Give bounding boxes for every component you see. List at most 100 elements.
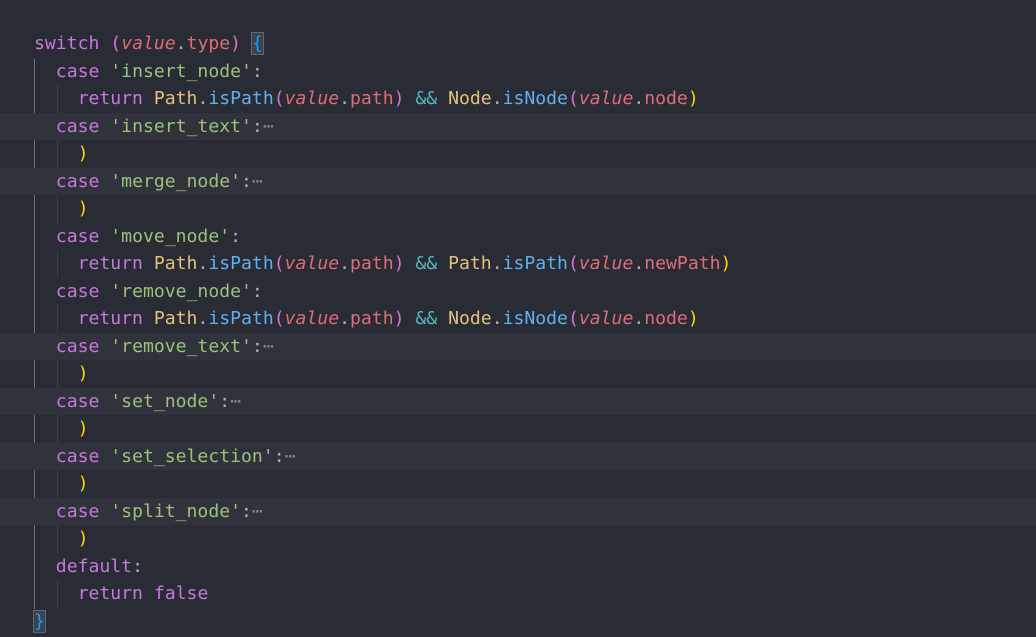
code-token: . [339, 88, 351, 109]
code-token: ) [77, 143, 89, 164]
code-token: value [284, 308, 340, 329]
code-text[interactable]: ) [78, 195, 89, 223]
code-text[interactable]: ) [78, 470, 89, 498]
code-line[interactable]: ) [0, 195, 1036, 223]
code-text[interactable]: case 'merge_node':⋯ [56, 168, 263, 196]
code-token: ) [687, 308, 699, 329]
code-token: . [339, 253, 351, 274]
code-token: . [175, 33, 187, 54]
code-token: : [251, 60, 263, 82]
code-text[interactable]: case 'insert_node': [56, 58, 263, 86]
code-token: path [350, 308, 394, 329]
indent-guide [56, 360, 58, 388]
code-line[interactable]: return Path.isPath(value.path) && Node.i… [0, 85, 1036, 113]
code-token: value [578, 253, 634, 274]
code-token: ) [77, 198, 89, 219]
code-token: 'remove_node' [110, 280, 252, 302]
code-token: . [339, 308, 351, 329]
code-token: ) [687, 88, 699, 109]
code-token: path [350, 88, 394, 109]
code-text[interactable]: case 'remove_text':⋯ [56, 333, 274, 361]
code-text[interactable]: return Path.isPath(value.path) && Path.i… [78, 250, 732, 278]
code-text[interactable]: case 'split_node':⋯ [56, 498, 263, 526]
code-token: . [197, 308, 209, 329]
code-token: . [633, 253, 645, 274]
fold-ellipsis-icon[interactable]: ⋯ [263, 113, 274, 141]
code-lines[interactable]: switch (value.type) {case 'insert_node':… [0, 30, 1036, 635]
code-text[interactable]: case 'set_node':⋯ [56, 388, 241, 416]
code-line[interactable]: ) [0, 525, 1036, 553]
folded-code-line[interactable]: case 'set_selection':⋯ [0, 442, 1036, 471]
code-line[interactable]: } [0, 608, 1036, 636]
code-line[interactable]: switch (value.type) { [0, 30, 1036, 58]
code-token: path [350, 253, 394, 274]
code-line[interactable]: return Path.isPath(value.path) && Path.i… [0, 250, 1036, 278]
indent-guide [56, 470, 58, 498]
code-token: 'move_node' [110, 225, 231, 247]
code-token: ) [393, 253, 405, 274]
fold-ellipsis-icon[interactable]: ⋯ [263, 333, 274, 361]
code-token: 'insert_text' [110, 115, 252, 137]
code-token: : [241, 500, 252, 522]
code-token: isNode [502, 308, 568, 329]
fold-ellipsis-icon[interactable]: ⋯ [252, 498, 263, 526]
code-text[interactable]: return false [78, 580, 209, 608]
code-line[interactable]: ) [0, 415, 1036, 443]
code-text[interactable]: ) [78, 525, 89, 553]
code-token: case [55, 225, 100, 247]
code-line[interactable]: case 'insert_node': [0, 58, 1036, 86]
code-line[interactable]: default: [0, 553, 1036, 581]
code-token: return [77, 308, 143, 329]
code-text[interactable]: } [33, 608, 46, 636]
code-token: . [633, 308, 645, 329]
code-text[interactable]: return Path.isPath(value.path) && Node.i… [78, 85, 699, 113]
code-line[interactable]: ) [0, 470, 1036, 498]
code-text[interactable]: case 'move_node': [56, 223, 241, 251]
code-token: case [55, 60, 100, 82]
code-text[interactable]: case 'remove_node': [56, 278, 263, 306]
code-line[interactable]: return false [0, 580, 1036, 608]
code-token: && [415, 308, 438, 329]
code-text[interactable]: return Path.isPath(value.path) && Node.i… [78, 305, 699, 333]
fold-ellipsis-icon[interactable]: ⋯ [252, 168, 263, 196]
code-line[interactable]: ) [0, 360, 1036, 388]
code-token: node [644, 308, 688, 329]
code-text[interactable]: default: [56, 553, 143, 581]
code-token: isPath [208, 308, 274, 329]
folded-code-line[interactable]: case 'set_node':⋯ [0, 387, 1036, 416]
code-line[interactable]: case 'remove_node': [0, 278, 1036, 306]
code-line[interactable]: case 'move_node': [0, 223, 1036, 251]
code-token: 'insert_node' [110, 60, 252, 82]
code-text[interactable]: ) [78, 140, 89, 168]
code-token: 'merge_node' [110, 170, 242, 192]
folded-code-line[interactable]: case 'insert_text':⋯ [0, 112, 1036, 141]
code-text[interactable]: case 'insert_text':⋯ [56, 113, 274, 141]
fold-ellipsis-icon[interactable]: ⋯ [230, 388, 241, 416]
code-editor[interactable]: switch (value.type) {case 'insert_node':… [0, 0, 1036, 637]
code-token: : [273, 445, 285, 467]
code-token: false [153, 583, 209, 604]
code-token: : [132, 555, 143, 577]
code-token: isNode [502, 88, 568, 109]
code-token: ( [273, 88, 285, 109]
folded-code-line[interactable]: case 'split_node':⋯ [0, 497, 1036, 526]
code-token: return [77, 583, 143, 604]
code-line[interactable]: return Path.isPath(value.path) && Node.i… [0, 305, 1036, 333]
folded-code-line[interactable]: case 'merge_node':⋯ [0, 167, 1036, 196]
fold-ellipsis-icon[interactable]: ⋯ [285, 443, 296, 471]
code-text[interactable]: ) [78, 415, 89, 443]
code-line[interactable]: ) [0, 140, 1036, 168]
code-text[interactable]: case 'set_selection':⋯ [56, 443, 296, 471]
folded-code-line[interactable]: case 'remove_text':⋯ [0, 332, 1036, 361]
matched-brace: { [250, 32, 264, 55]
code-text[interactable]: ) [78, 360, 89, 388]
code-text[interactable]: switch (value.type) { [34, 30, 264, 58]
indent-guide [56, 415, 58, 443]
